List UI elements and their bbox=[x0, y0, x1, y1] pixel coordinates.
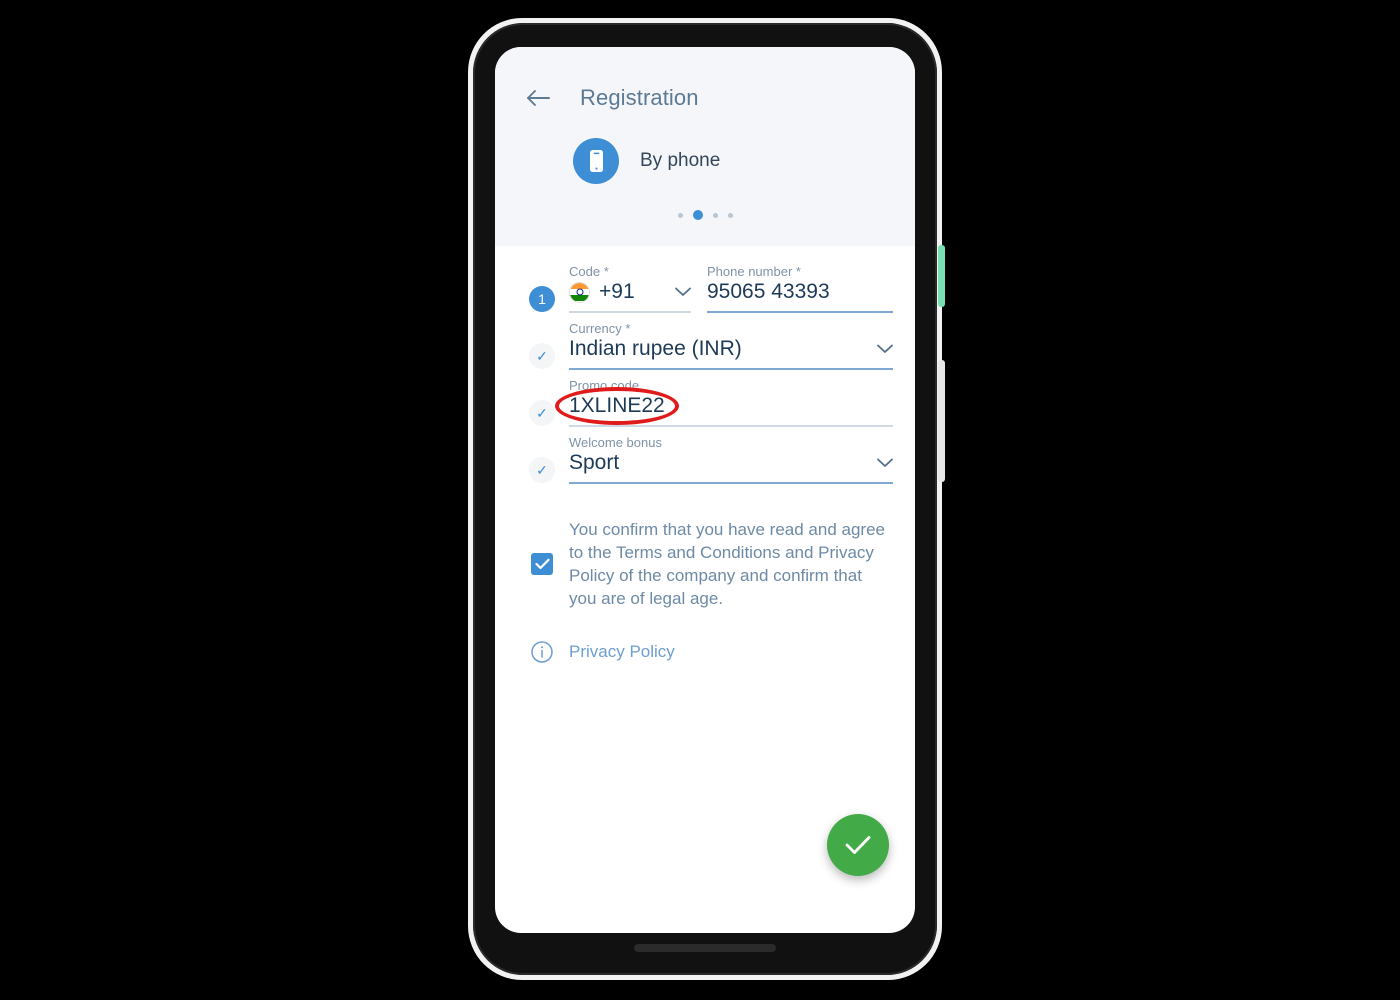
phone-screen: Registration By phone 1 Code * +91 Phone… bbox=[495, 47, 915, 933]
step-indicator-col: ✓ bbox=[515, 378, 569, 426]
pagination-dot[interactable] bbox=[727, 212, 733, 218]
phone-number-field[interactable]: Phone number * 95065 43393 bbox=[707, 264, 893, 313]
form-row-phone: 1 Code * +91 Phone number * 95065 43393 bbox=[495, 264, 915, 313]
consent-text: You confirm that you have read and agree… bbox=[569, 520, 885, 609]
header-title-row: Registration bbox=[495, 83, 915, 113]
pagination-dot[interactable] bbox=[712, 212, 718, 218]
phone-number-label: Phone number * bbox=[707, 264, 801, 279]
registration-form: 1 Code * +91 Phone number * 95065 43393 … bbox=[495, 246, 915, 665]
consent-checkbox[interactable] bbox=[531, 553, 553, 576]
country-code-field[interactable]: Code * +91 bbox=[569, 264, 691, 313]
phone-number-underline bbox=[707, 311, 893, 313]
consent-row: You confirm that you have read and agree… bbox=[495, 518, 915, 610]
speaker-grill bbox=[634, 944, 776, 952]
welcome-bonus-underline bbox=[569, 482, 893, 484]
step-check-3: ✓ bbox=[529, 400, 555, 426]
page-title: Registration bbox=[580, 85, 699, 110]
pagination-dots bbox=[495, 210, 915, 220]
welcome-bonus-field[interactable]: Welcome bonus Sport bbox=[569, 435, 893, 484]
country-code-value: +91 bbox=[599, 280, 635, 303]
currency-underline bbox=[569, 368, 893, 370]
flag-india-icon bbox=[569, 281, 590, 303]
method-label: By phone bbox=[640, 150, 721, 171]
welcome-bonus-value: Sport bbox=[569, 451, 620, 474]
step-badge-1: 1 bbox=[529, 286, 555, 312]
arrow-left-icon[interactable] bbox=[523, 83, 553, 113]
country-code-label: Code * bbox=[569, 264, 609, 279]
chevron-down-icon[interactable] bbox=[675, 285, 691, 300]
power-button[interactable] bbox=[938, 245, 945, 307]
pagination-dot[interactable] bbox=[677, 212, 683, 218]
phone-device: Registration By phone 1 Code * +91 Phone… bbox=[468, 18, 942, 980]
currency-value: Indian rupee (INR) bbox=[569, 337, 742, 360]
volume-rocker[interactable] bbox=[938, 360, 945, 482]
form-row-currency: ✓ Currency * Indian rupee (INR) bbox=[495, 321, 915, 370]
phone-number-value[interactable]: 95065 43393 bbox=[707, 280, 893, 304]
registration-method-row[interactable]: By phone bbox=[495, 138, 915, 184]
step-indicator-col: 1 bbox=[515, 264, 569, 312]
currency-label: Currency * bbox=[569, 321, 631, 336]
app-header: Registration By phone bbox=[495, 47, 915, 246]
step-check-2: ✓ bbox=[529, 343, 555, 369]
currency-field[interactable]: Currency * Indian rupee (INR) bbox=[569, 321, 893, 370]
step-indicator-col: ✓ bbox=[515, 321, 569, 369]
chevron-down-icon[interactable] bbox=[877, 456, 893, 471]
welcome-bonus-label: Welcome bonus bbox=[569, 435, 662, 450]
chevron-down-icon[interactable] bbox=[877, 342, 893, 357]
promo-code-underline bbox=[569, 425, 893, 427]
privacy-policy-link[interactable]: Privacy Policy bbox=[569, 642, 675, 662]
promo-code-value[interactable]: 1XLINE22 bbox=[569, 394, 665, 418]
pagination-dot-active[interactable] bbox=[692, 210, 703, 220]
info-circle-icon[interactable] bbox=[530, 640, 554, 664]
step-indicator-col: ✓ bbox=[515, 435, 569, 483]
promo-code-label: Promo code bbox=[569, 378, 640, 393]
submit-button[interactable] bbox=[827, 814, 889, 876]
info-icon-col bbox=[515, 640, 569, 664]
promo-code-field[interactable]: Promo code 1XLINE22 bbox=[555, 378, 893, 427]
country-code-underline bbox=[569, 311, 691, 313]
smartphone-icon bbox=[573, 138, 619, 184]
step-check-4: ✓ bbox=[529, 457, 555, 483]
privacy-policy-row: Privacy Policy bbox=[495, 640, 915, 664]
phone-bezel: Registration By phone 1 Code * +91 Phone… bbox=[473, 23, 937, 975]
form-row-bonus: ✓ Welcome bonus Sport bbox=[495, 435, 915, 484]
consent-checkbox-col bbox=[515, 553, 569, 576]
form-row-promo: ✓ Promo code 1XLINE22 bbox=[495, 378, 915, 427]
